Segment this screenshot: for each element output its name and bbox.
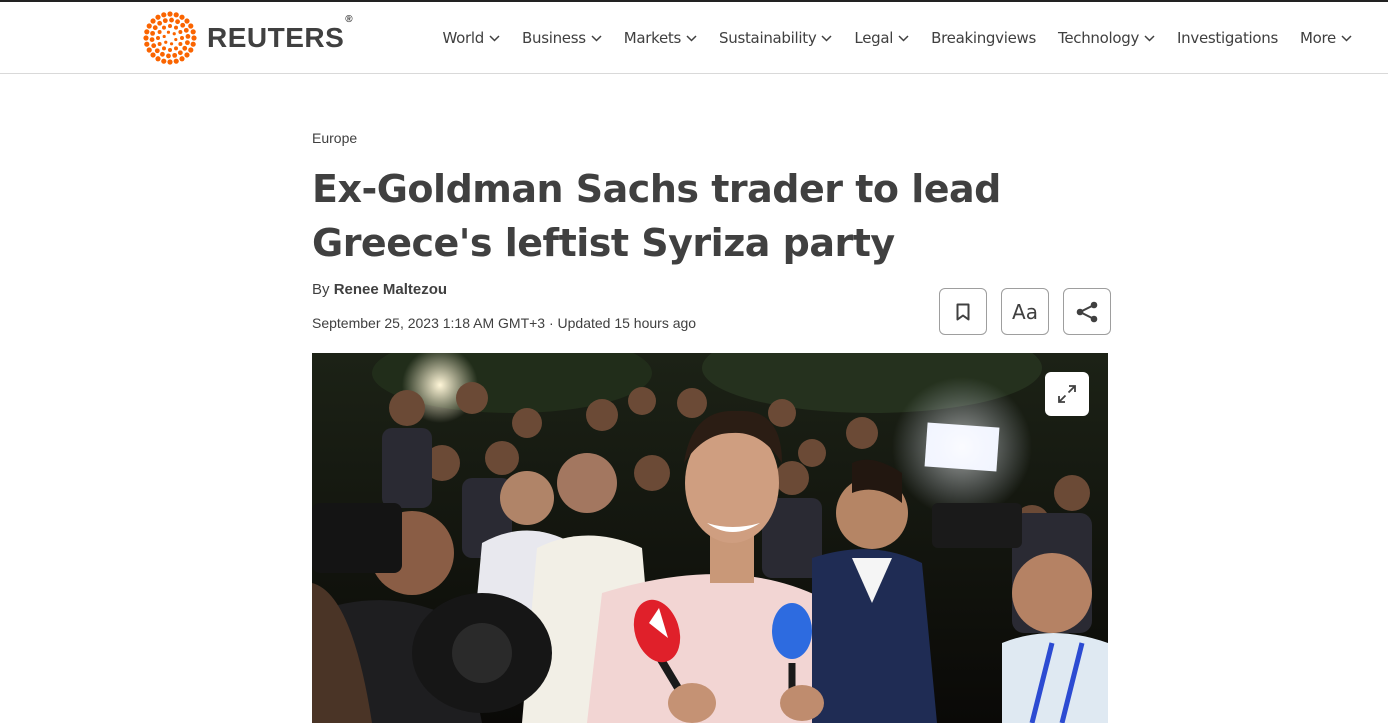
text-size-button[interactable]: Aa [1001,288,1049,335]
headline-line-2: Greece's leftist Syriza party [312,221,895,265]
nav-label: Breakingviews [931,29,1036,47]
byline-prefix: By [312,281,330,298]
nav-label: Sustainability [719,29,817,47]
nav-label: Markets [623,29,682,47]
chevron-down-icon [489,34,500,42]
chevron-down-icon [821,34,832,42]
nav-item-legal[interactable]: Legal [854,29,909,47]
nav-item-investigations[interactable]: Investigations [1177,29,1278,47]
main-nav: World Business Markets Sustainability Le… [421,2,1353,74]
section-link-europe[interactable]: Europe [312,130,357,146]
share-button[interactable] [1063,288,1111,335]
chevron-down-icon [591,34,602,42]
nav-label: World [442,29,485,47]
article-headline: Ex-Goldman Sachs trader to lead Greece's… [312,162,1012,270]
nav-item-breakingviews[interactable]: Breakingviews [931,29,1036,47]
nav-item-technology[interactable]: Technology [1058,29,1155,47]
nav-label: Business [522,29,586,47]
site-header: REUTERS® World Business Markets Sustaina… [0,2,1388,74]
expand-photo-button[interactable] [1045,372,1089,416]
headline-line-1: Ex-Goldman Sachs trader to lead [312,167,1001,211]
author-link[interactable]: Renee Maltezou [334,281,447,298]
chevron-down-icon [898,34,909,42]
lead-photo[interactable] [312,353,1108,723]
text-size-label: Aa [1012,299,1038,324]
nav-item-more[interactable]: More [1300,29,1352,47]
nav-item-business[interactable]: Business [522,29,602,47]
expand-icon [1058,385,1076,403]
nav-label: Technology [1058,29,1140,47]
nav-item-sustainability[interactable]: Sustainability [719,29,832,47]
bookmark-button[interactable] [939,288,987,335]
chevron-down-icon [1341,34,1352,42]
bookmark-icon [956,303,970,320]
photo-scene [312,353,1108,723]
logo-wordmark: REUTERS [207,22,345,53]
chevron-down-icon [686,34,697,42]
reuters-logo-icon [143,11,197,65]
nav-label: More [1300,29,1336,47]
article-actions: Aa [939,288,1111,335]
nav-label: Investigations [1177,29,1278,47]
chevron-down-icon [1144,34,1155,42]
share-icon [1076,301,1098,322]
nav-item-world[interactable]: World [443,29,501,47]
reuters-logo[interactable]: REUTERS® [143,11,354,65]
registered-mark: ® [345,14,354,25]
nav-label: Legal [854,29,894,47]
byline: By Renee Maltezou [312,281,447,298]
article-dateline: September 25, 2023 1:18 AM GMT+3 · Updat… [312,315,697,331]
nav-item-markets[interactable]: Markets [624,29,697,47]
